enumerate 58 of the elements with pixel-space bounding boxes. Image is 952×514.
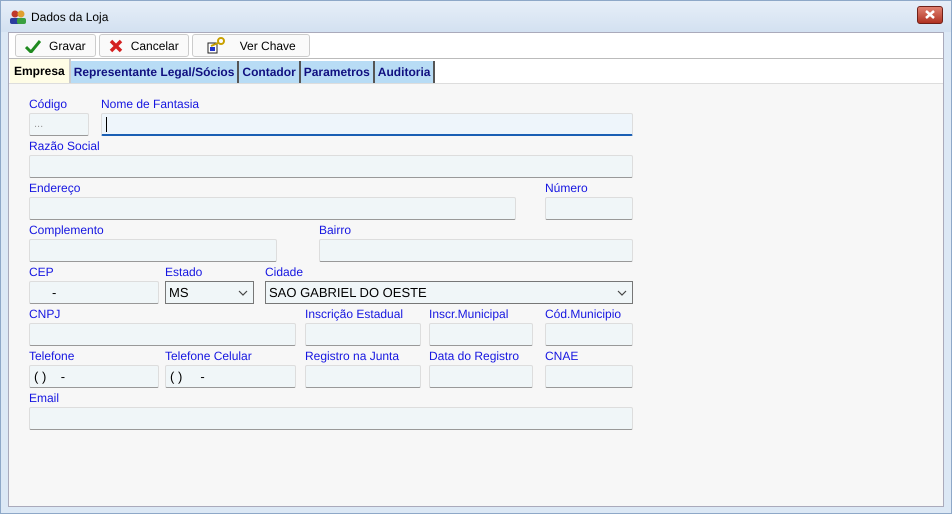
- x-icon: [108, 38, 123, 52]
- input-field[interactable]: [305, 365, 421, 388]
- dropdown[interactable]: SAO GABRIEL DO OESTE: [265, 281, 633, 304]
- field-label: Telefone: [29, 348, 76, 365]
- field-label: Cidade: [265, 264, 304, 281]
- input-field[interactable]: -: [29, 281, 159, 304]
- input-field[interactable]: [545, 323, 633, 346]
- field-label: Razão Social: [29, 138, 101, 155]
- toolbar-button[interactable]: Cancelar: [98, 34, 189, 57]
- field-label: Número: [545, 180, 589, 197]
- input-field[interactable]: [29, 239, 277, 262]
- input-field[interactable]: [29, 323, 296, 346]
- field-label: Inscrição Estadual: [305, 306, 404, 323]
- field-label: Complemento: [29, 222, 105, 239]
- input-field[interactable]: ( ) -: [29, 365, 159, 388]
- input-field[interactable]: ( ) -: [165, 365, 296, 388]
- dropdown-value: MS: [169, 284, 188, 302]
- input-field[interactable]: [29, 407, 633, 430]
- tab[interactable]: Empresa: [10, 59, 71, 83]
- input-field[interactable]: [429, 365, 533, 388]
- input-field[interactable]: [429, 323, 533, 346]
- field-label: CNPJ: [29, 306, 62, 323]
- key-icon: [206, 36, 226, 54]
- field-label: Inscr.Municipal: [429, 306, 510, 323]
- field-label: Estado: [165, 264, 204, 281]
- tab[interactable]: Auditoria: [374, 61, 436, 83]
- toolbar-button[interactable]: Gravar: [15, 34, 96, 57]
- input-field[interactable]: [101, 113, 633, 136]
- input-field[interactable]: [545, 197, 633, 220]
- window-title: Dados da Loja: [31, 8, 108, 26]
- field-label: Registro na Junta: [305, 348, 400, 365]
- chevron-icon: [238, 290, 248, 296]
- field-label: Nome de Fantasia: [101, 96, 200, 113]
- field-label: CNAE: [545, 348, 580, 365]
- users-icon: [9, 8, 27, 24]
- close-icon: [925, 10, 935, 19]
- tab[interactable]: Representante Legal/Sócios: [70, 61, 240, 83]
- input-field[interactable]: [305, 323, 421, 346]
- close-button[interactable]: [917, 6, 943, 24]
- field-label: Email: [29, 390, 60, 407]
- field-label: Telefone Celular: [165, 348, 253, 365]
- tab[interactable]: Contador: [239, 61, 301, 83]
- dropdown-value: SAO GABRIEL DO OESTE: [269, 284, 427, 302]
- field-label: Cód.Municipio: [545, 306, 622, 323]
- field-label: Endereço: [29, 180, 82, 197]
- field-label: Código: [29, 96, 68, 113]
- dropdown[interactable]: MS: [165, 281, 254, 304]
- field-label: Bairro: [319, 222, 352, 239]
- input-field[interactable]: [319, 239, 633, 262]
- input-field[interactable]: [29, 197, 516, 220]
- checkmark-icon: [25, 38, 41, 52]
- tab[interactable]: Parametros: [300, 61, 375, 83]
- input-field[interactable]: [29, 155, 633, 178]
- field-label: Data do Registro: [429, 348, 520, 365]
- toolbar-button[interactable]: Ver Chave: [192, 34, 310, 57]
- input-field[interactable]: [545, 365, 633, 388]
- field-label: CEP: [29, 264, 55, 281]
- chevron-icon: [617, 290, 627, 296]
